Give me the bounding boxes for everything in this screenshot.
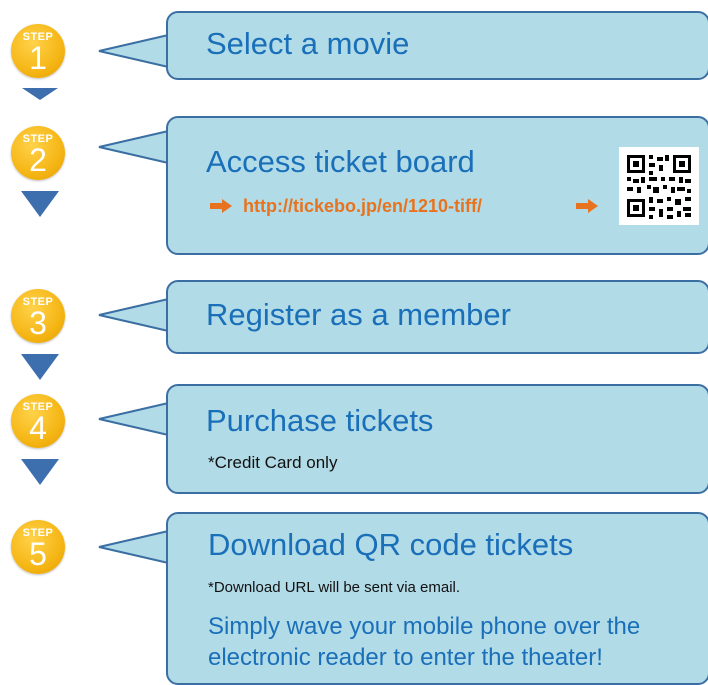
arrow-down-icon xyxy=(21,354,59,380)
step-5-instructions: Simply wave your mobile phone over the e… xyxy=(208,613,641,671)
qr-code-icon xyxy=(619,147,699,225)
step-5-title: Download QR code tickets xyxy=(208,527,574,562)
arrow-right-icon xyxy=(576,199,598,213)
qr-code-graphic xyxy=(627,155,691,219)
arrow-down-icon xyxy=(21,459,59,485)
step-2-badge: STEP 2 xyxy=(11,126,65,180)
step-5-badge: STEP 5 xyxy=(11,520,65,574)
step-number: 3 xyxy=(29,305,47,341)
step-1-badge: STEP 1 xyxy=(11,24,65,78)
step-4-title: Purchase tickets xyxy=(206,403,434,438)
step-number: 5 xyxy=(29,536,47,572)
arrow-down-icon xyxy=(21,191,59,217)
step-number: 4 xyxy=(29,410,47,446)
step-4-box xyxy=(166,384,708,494)
arrow-right-icon xyxy=(210,199,232,213)
step-3-title: Register as a member xyxy=(206,297,511,332)
step-3-badge: STEP 3 xyxy=(11,289,65,343)
ticket-board-url[interactable]: http://tickebo.jp/en/1210-tiff/ xyxy=(243,196,482,217)
step-number: 1 xyxy=(29,40,47,76)
step-4-badge: STEP 4 xyxy=(11,394,65,448)
step-5-note: *Download URL will be sent via email. xyxy=(208,579,461,596)
step-1-title: Select a movie xyxy=(206,26,410,61)
step-4-note: *Credit Card only xyxy=(208,453,338,472)
step-number: 2 xyxy=(29,142,47,178)
arrow-down-icon xyxy=(22,88,58,100)
step-2-title: Access ticket board xyxy=(206,144,475,179)
